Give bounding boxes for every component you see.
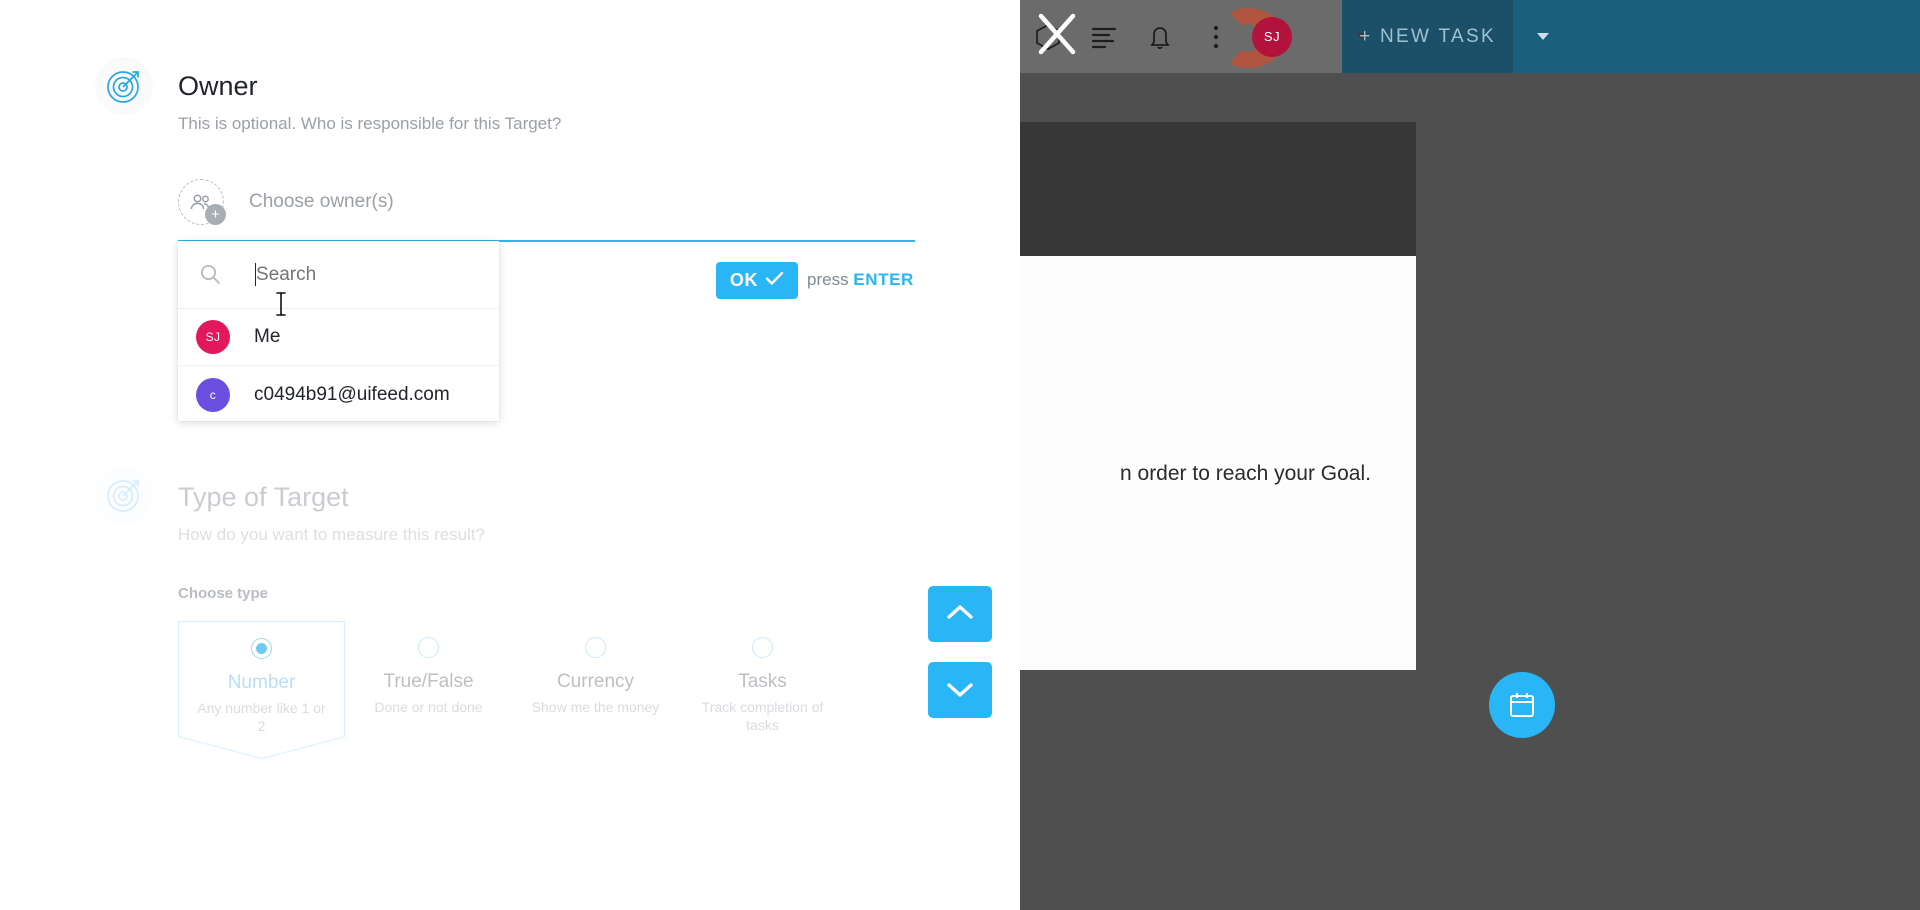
topbar-accent-block-right: [1513, 0, 1920, 73]
type-option-currency[interactable]: Currency Show me the money: [512, 621, 679, 737]
add-people-icon: +: [178, 179, 226, 225]
background-content-card: [1020, 122, 1416, 256]
owner-search-input[interactable]: [256, 263, 456, 286]
choose-type-label: Choose type: [178, 585, 269, 602]
avatar[interactable]: SJ: [1244, 0, 1300, 73]
radio-icon: [418, 637, 439, 658]
owner-title: Owner: [178, 71, 258, 101]
calendar-fab-button[interactable]: [1489, 672, 1555, 738]
type-option-number[interactable]: Number Any number like 1 or 2: [178, 621, 345, 737]
radio-icon: [752, 637, 773, 658]
target-setup-modal: Owner This is optional. Who is responsib…: [0, 0, 1020, 910]
owner-placeholder-text: Choose owner(s): [249, 191, 394, 212]
new-task-button[interactable]: + NEW TASK: [1342, 0, 1513, 73]
list-item-label: c0494b91@uifeed.com: [254, 383, 450, 405]
list-item[interactable]: c c0494b91@uifeed.com: [178, 366, 499, 423]
check-icon: [765, 270, 784, 291]
ok-button[interactable]: OK: [716, 262, 798, 299]
avatar-initials: SJ: [1252, 16, 1292, 57]
list-icon[interactable]: [1076, 0, 1132, 73]
type-target-icon: [95, 466, 153, 524]
list-item-label: Me: [254, 326, 281, 347]
bell-icon[interactable]: [1132, 0, 1188, 73]
type-title: Type of Target: [178, 482, 349, 512]
add-plus-icon: +: [205, 204, 226, 225]
background-goal-text: n order to reach your Goal.: [1120, 462, 1371, 485]
close-icon[interactable]: [1036, 10, 1078, 58]
radio-icon: [585, 637, 606, 658]
type-option-true-false[interactable]: True/False Done or not done: [345, 621, 512, 737]
press-enter-hint: press ENTER: [807, 270, 914, 290]
type-option-desc: Track completion of tasks: [701, 699, 824, 734]
radio-icon: [251, 638, 272, 659]
kebab-menu-icon[interactable]: [1188, 0, 1244, 73]
list-item[interactable]: SJ Me: [178, 309, 499, 366]
type-option-name: True/False: [383, 671, 474, 692]
screen-root: n order to reach your Goal. SJ + NEW TAS…: [0, 0, 1920, 910]
press-enter-prefix: press: [807, 270, 854, 289]
owner-subtitle: This is optional. Who is responsible for…: [178, 114, 562, 133]
owner-search-row[interactable]: [178, 241, 499, 309]
mouse-text-cursor: [272, 289, 290, 319]
type-option-grid: Number Any number like 1 or 2 True/False…: [178, 621, 846, 737]
avatar: SJ: [196, 320, 230, 354]
chevron-up-icon: [945, 603, 975, 626]
avatar: c: [196, 377, 230, 412]
chevron-down-icon: [1537, 33, 1549, 40]
scroll-up-button[interactable]: [928, 586, 992, 642]
type-option-tasks[interactable]: Tasks Track completion of tasks: [679, 621, 846, 737]
owner-chooser[interactable]: + Choose owner(s): [178, 178, 394, 226]
scroll-down-button[interactable]: [928, 662, 992, 718]
chevron-down-icon: [945, 679, 975, 702]
type-option-name: Number: [227, 672, 296, 693]
type-option-name: Currency: [556, 671, 635, 692]
new-task-dropdown-button[interactable]: [1513, 0, 1573, 73]
type-subtitle: How do you want to measure this result?: [178, 525, 486, 544]
type-option-desc: Any number like 1 or 2: [197, 700, 326, 735]
owner-target-icon: [95, 57, 153, 115]
type-option-desc: Done or not done: [374, 699, 483, 715]
type-option-desc: Show me the money: [531, 699, 660, 715]
ok-button-label: OK: [729, 270, 759, 290]
owner-dropdown: SJ Me c c0494b91@uifeed.com: [178, 241, 499, 421]
search-icon: [200, 264, 230, 285]
type-option-name: Tasks: [738, 671, 787, 692]
press-enter-key: ENTER: [853, 270, 914, 289]
